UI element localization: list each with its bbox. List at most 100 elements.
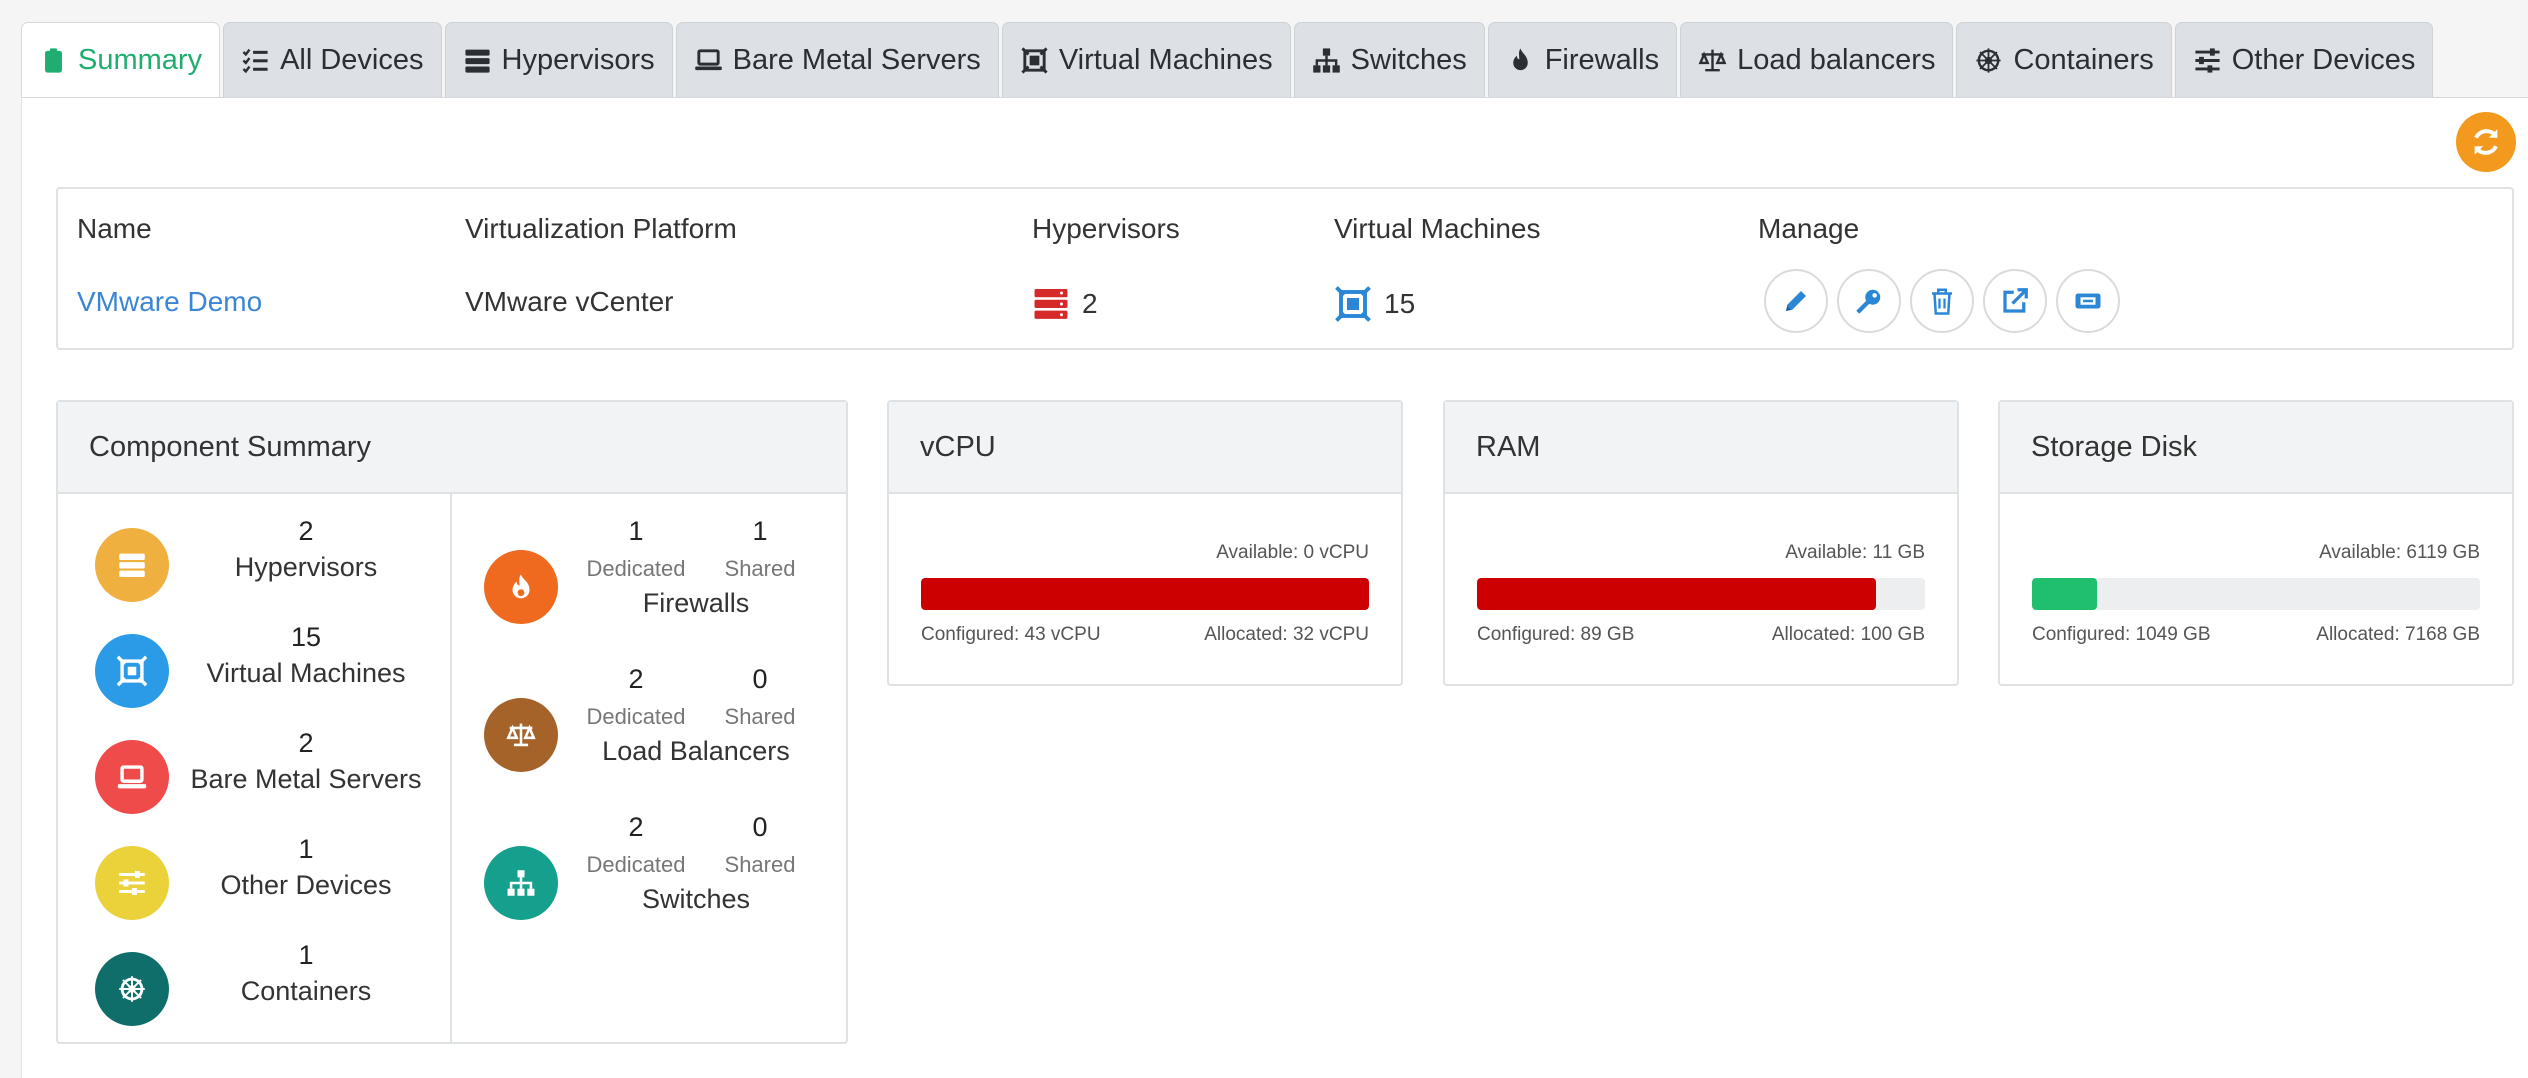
tab-all-devices[interactable]: All Devices	[223, 22, 442, 98]
tab-label: Summary	[78, 44, 203, 76]
switches-dedicated-count: 2	[628, 812, 644, 842]
refresh-button[interactable]	[2456, 112, 2516, 172]
key-icon	[1856, 289, 1881, 314]
checklist-icon	[242, 48, 268, 74]
storage-usage-bar	[2032, 578, 2480, 610]
vcpu-usage-fill	[921, 578, 1369, 610]
tab-virtual-machines[interactable]: Virtual Machines	[1001, 22, 1291, 98]
switches-shared-count: 0	[752, 812, 768, 842]
ram-usage-fill	[1477, 578, 1876, 610]
tab-label: Firewalls	[1544, 44, 1660, 76]
load-balancers-dedicated-label: Dedicated	[586, 704, 686, 729]
trash-icon	[1932, 288, 1952, 315]
vcpu-allocated: Allocated: 32 vCPU	[1204, 624, 1369, 645]
delete-button[interactable]	[1910, 269, 1974, 333]
console-button[interactable]	[2056, 269, 2120, 333]
header-vms: Virtual Machines	[1334, 213, 1541, 244]
network-tree-icon	[1312, 48, 1340, 73]
open-external-button[interactable]	[1983, 269, 2047, 333]
tab-label: All Devices	[280, 44, 424, 76]
refresh-icon	[2474, 129, 2498, 155]
server-stack-icon	[1034, 289, 1068, 319]
hypervisor-count-value: 2	[1082, 288, 1098, 319]
credentials-button[interactable]	[1837, 269, 1901, 333]
component-summary-card: Component Summary 2 Hypervisors 15 Virtu…	[56, 400, 848, 1044]
vcpu-card: vCPU Available: 0 vCPU Configured: 43 vC…	[887, 400, 1403, 686]
platform-table: Name Virtualization Platform Hypervisors…	[56, 187, 2514, 350]
hypervisors-label: Hypervisors	[234, 552, 378, 582]
laptop-icon	[694, 49, 722, 71]
vm-icon	[1021, 47, 1048, 74]
tab-label: Other Devices	[2231, 44, 2416, 76]
helm-icon	[119, 976, 145, 1002]
header-manage: Manage	[1758, 213, 1860, 244]
sliders-icon	[2195, 48, 2220, 73]
switches-shared-label: Shared	[724, 852, 796, 877]
vm-icon	[116, 655, 148, 687]
switches-dedicated-label: Dedicated	[586, 852, 686, 877]
edit-button[interactable]	[1764, 269, 1828, 333]
other-devices-label: Other Devices	[220, 870, 392, 900]
other-devices-count: 1	[298, 834, 314, 864]
tab-label: Containers	[2013, 44, 2154, 76]
firewalls-dedicated-label: Dedicated	[586, 556, 686, 581]
containers-label: Containers	[240, 976, 372, 1006]
tab-label: Bare Metal Servers	[732, 44, 981, 76]
tab-containers[interactable]: Containers	[1956, 22, 2172, 98]
storage-card: Storage Disk Available: 6119 GB Configur…	[1998, 400, 2514, 686]
flame-icon	[1512, 48, 1528, 71]
network-tree-icon	[507, 870, 535, 896]
external-link-icon	[2003, 288, 2028, 313]
storage-allocated: Allocated: 7168 GB	[2316, 624, 2480, 645]
storage-available: Available: 6119 GB	[2319, 542, 2480, 563]
load-balancers-dedicated-count: 2	[628, 664, 644, 694]
ram-configured: Configured: 89 GB	[1477, 624, 1635, 645]
tab-label: Switches	[1350, 44, 1467, 76]
server-stack-icon	[464, 49, 490, 73]
platform-name-link[interactable]: VMware Demo	[77, 286, 262, 318]
load-balancers-badge	[484, 698, 558, 772]
storage-title: Storage Disk	[2000, 402, 2512, 494]
firewalls-badge	[484, 550, 558, 624]
vcpu-title: vCPU	[889, 402, 1401, 494]
helm-icon	[1976, 48, 2002, 73]
vm-count: 15	[1334, 286, 1415, 322]
vcpu-usage-bar	[921, 578, 1369, 610]
tab-firewalls[interactable]: Firewalls	[1487, 22, 1678, 98]
tab-other-devices[interactable]: Other Devices	[2174, 22, 2434, 98]
load-balancers-shared-label: Shared	[724, 704, 796, 729]
laptop-icon	[117, 765, 147, 789]
virtual-machines-label: Virtual Machines	[206, 658, 406, 688]
tab-summary[interactable]: Summary	[21, 22, 221, 98]
server-stack-icon	[119, 553, 145, 578]
vm-count-value: 15	[1384, 288, 1416, 319]
load-balancers-label: Load Balancers	[602, 736, 790, 766]
vcpu-configured: Configured: 43 vCPU	[921, 624, 1101, 645]
tab-switches[interactable]: Switches	[1293, 22, 1485, 98]
ram-available: Available: 11 GB	[1785, 542, 1925, 563]
sliders-icon	[119, 870, 145, 896]
pencil-icon	[1786, 291, 1806, 311]
tab-bare-metal-servers[interactable]: Bare Metal Servers	[675, 22, 999, 98]
hypervisors-count: 2	[298, 516, 314, 546]
storage-usage-fill	[2032, 578, 2098, 610]
firewalls-label: Firewalls	[642, 588, 750, 618]
vcpu-available: Available: 0 vCPU	[1216, 542, 1369, 563]
clipboard-icon	[45, 48, 62, 73]
hypervisor-count: 2	[1032, 286, 1098, 322]
virtual-machines-count: 15	[290, 622, 322, 652]
storage-configured: Configured: 1049 GB	[2032, 624, 2211, 645]
tab-load-balancers[interactable]: Load balancers	[1680, 22, 1954, 98]
header-hypervisors: Hypervisors	[1032, 213, 1180, 244]
balance-scale-icon	[506, 723, 536, 747]
firewalls-shared-count: 1	[752, 516, 768, 546]
balance-scale-icon	[1698, 49, 1727, 72]
load-balancers-shared-count: 0	[752, 664, 768, 694]
platform-type: VMware vCenter	[465, 286, 674, 317]
containers-count: 1	[298, 940, 314, 970]
ram-card: RAM Available: 11 GB Configured: 89 GB A…	[1443, 400, 1959, 686]
bare-metal-label: Bare Metal Servers	[190, 764, 422, 794]
tab-hypervisors[interactable]: Hypervisors	[444, 22, 673, 98]
ram-title: RAM	[1445, 402, 1957, 494]
firewalls-shared-label: Shared	[724, 556, 796, 581]
